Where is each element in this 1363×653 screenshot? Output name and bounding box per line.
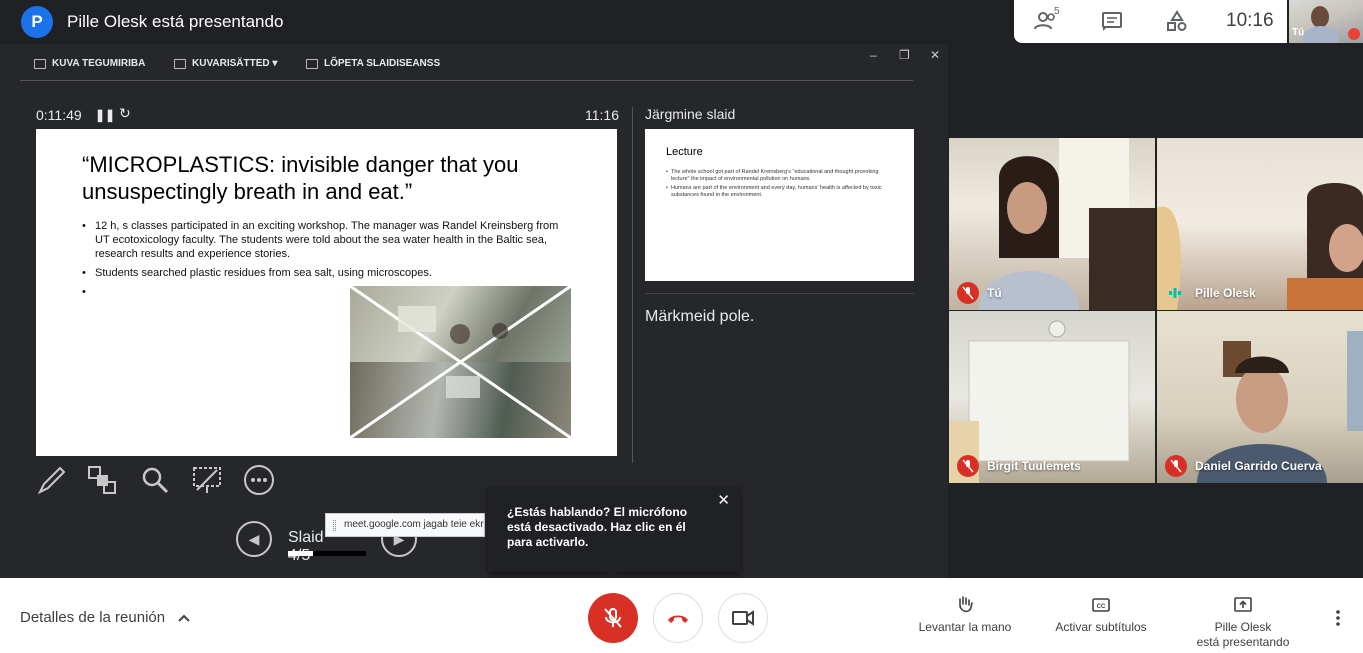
mic-off-icon	[604, 608, 622, 628]
pen-icon[interactable]	[36, 464, 68, 496]
self-muted-mic-icon	[1348, 28, 1360, 40]
show-taskbar-label: KUVA TEGUMIRIBA	[52, 58, 146, 69]
svg-text:CC: CC	[1097, 604, 1106, 610]
next-slide-preview[interactable]: Lecture The whole school got part of Ran…	[645, 129, 914, 281]
mic-toggle-button[interactable]	[588, 593, 638, 643]
self-thumbnail-head	[1311, 6, 1329, 28]
meeting-details-label: Detalles de la reunión	[20, 609, 166, 626]
previous-slide-button[interactable]: ◀	[236, 521, 272, 557]
slide-photo-collage	[350, 286, 571, 438]
raise-hand-icon	[959, 596, 973, 613]
more-options-icon[interactable]	[243, 464, 275, 496]
close-icon[interactable]: ✕	[717, 493, 730, 508]
meeting-details-button[interactable]: Detalles de la reunión	[20, 609, 191, 626]
taskbar-icon	[34, 58, 46, 69]
raise-hand-label: Levantar la mano	[918, 620, 1012, 634]
raise-hand-button[interactable]: Levantar la mano	[915, 595, 1015, 635]
bottom-bar: Detalles de la reunión Levantar la mano …	[0, 578, 1363, 653]
clock: 10:16	[1226, 10, 1274, 31]
hang-up-icon	[668, 615, 688, 623]
display-settings-label: KUVARISÄTTED ▾	[192, 58, 278, 69]
participant-tile-self[interactable]: Tú	[949, 138, 1155, 310]
presentation-timer: 0:11:49	[36, 107, 82, 123]
captions-label: Activar subtítulos	[1055, 620, 1147, 634]
show-taskbar-button[interactable]: KUVA TEGUMIRIBA	[34, 58, 145, 69]
end-slideshow-button[interactable]: LÕPETA SLAIDISEANSS	[306, 58, 440, 69]
mic-muted-toast: ¿Estás hablando? El micrófono está desac…	[488, 487, 740, 578]
pause-icon[interactable]: ❚❚	[95, 108, 115, 122]
display-settings-button[interactable]: KUVARISÄTTED ▾	[174, 58, 277, 69]
participant-video-pille-olesk	[1157, 183, 1363, 310]
presenting-button[interactable]: Pille Olesk está presentando	[1188, 595, 1298, 650]
next-slide-title: Lecture	[666, 146, 703, 158]
participant-video-birgit-tuulemets	[949, 320, 1130, 483]
next-slide-bullet: The whole school got part of Randel Krei…	[666, 169, 896, 183]
slides-grid-icon[interactable]	[86, 464, 118, 496]
participant-name: Tú	[987, 286, 1002, 300]
participant-video-self	[979, 138, 1155, 310]
participant-tile-pille-olesk[interactable]: Pille Olesk	[1157, 138, 1363, 310]
leave-call-button[interactable]	[653, 593, 703, 643]
current-slide: “MICROPLASTICS: invisible danger that yo…	[36, 129, 617, 456]
speaker-notes: Märkmeid pole.	[645, 308, 755, 325]
slide-progress-fill	[288, 551, 313, 556]
slide-title: “MICROPLASTICS: invisible danger that yo…	[82, 152, 519, 204]
muted-mic-icon	[1165, 455, 1187, 477]
slide-bullet: 12 h, s classes participated in an excit…	[82, 219, 562, 261]
mic-muted-toast-text: ¿Estás hablando? El micrófono está desac…	[507, 505, 688, 549]
minimize-icon[interactable]: –	[870, 48, 877, 62]
captions-icon: CC	[1092, 598, 1110, 612]
participant-name: Pille Olesk	[1195, 286, 1256, 300]
screen-sharing-notice[interactable]: meet.google.com jagab teie ekraani.	[325, 513, 485, 537]
screen-sharing-text: meet.google.com jagab teie ekraani.	[344, 519, 484, 530]
camera-toggle-button[interactable]	[718, 593, 768, 643]
self-thumbnail[interactable]: Tú	[1289, 0, 1363, 43]
next-slide-label: Järgmine slaid	[645, 106, 736, 122]
people-count: 5	[1054, 6, 1060, 17]
reset-timer-icon[interactable]: ↻	[119, 105, 131, 122]
presenting-label-line2: está presentando	[1196, 635, 1290, 649]
notes-divider	[645, 293, 914, 294]
slide-counter: Slaid 4/5	[288, 529, 324, 564]
slide-progress-bar	[288, 551, 366, 556]
close-window-icon[interactable]: ✕	[930, 48, 940, 62]
more-options-vertical-icon[interactable]	[1330, 608, 1346, 628]
black-screen-icon[interactable]	[191, 464, 223, 496]
presenter-toolbar: KUVA TEGUMIRIBA KUVARISÄTTED ▾ LÕPETA SL…	[20, 44, 940, 81]
participant-tile-birgit-tuulemets[interactable]: Birgit Tuulemets	[949, 311, 1155, 483]
participant-name: Birgit Tuulemets	[987, 459, 1081, 473]
muted-mic-icon	[957, 455, 979, 477]
presenter-view: KUVA TEGUMIRIBA KUVARISÄTTED ▾ LÕPETA SL…	[0, 44, 948, 578]
participant-name: Daniel Garrido Cuerva	[1195, 459, 1322, 473]
captions-button[interactable]: CC Activar subtítulos	[1046, 595, 1156, 635]
slide-bullets: 12 h, s classes participated in an excit…	[82, 219, 562, 299]
next-slide-bullet: Humans are part of the environment and e…	[666, 185, 896, 199]
zoom-icon[interactable]	[139, 464, 171, 496]
camera-icon	[732, 610, 754, 626]
next-slide-bullets: The whole school got part of Randel Krei…	[666, 169, 896, 201]
slide-bullet: Students searched plastic residues from …	[82, 266, 562, 280]
muted-mic-icon	[957, 282, 979, 304]
self-thumbnail-body	[1303, 26, 1339, 43]
restore-icon[interactable]: ❐	[899, 48, 910, 62]
presenter-avatar: P	[21, 6, 53, 38]
current-time: 11:16	[585, 107, 619, 123]
self-label: Tú	[1292, 27, 1305, 38]
end-slideshow-label: LÕPETA SLAIDISEANSS	[324, 58, 441, 69]
present-screen-icon	[1234, 597, 1252, 612]
top-right-panel: 5 10:16	[1014, 0, 1287, 43]
panel-divider	[632, 107, 633, 463]
participant-tile-daniel-garrido-cuerva[interactable]: Daniel Garrido Cuerva	[1157, 311, 1363, 483]
collage-dividers	[350, 286, 571, 438]
end-slideshow-icon	[306, 58, 318, 69]
chat-icon[interactable]	[1100, 10, 1124, 32]
presenting-label-line1: Pille Olesk	[1214, 620, 1272, 634]
drag-grip-icon[interactable]	[333, 520, 336, 531]
participant-video-daniel-garrido-cuerva	[1197, 331, 1363, 483]
presenting-title: Pille Olesk está presentando	[67, 12, 284, 31]
chevron-up-icon	[178, 614, 190, 622]
activities-icon[interactable]	[1165, 10, 1189, 32]
display-settings-icon	[174, 58, 186, 69]
speaking-indicator-icon	[1169, 288, 1181, 298]
